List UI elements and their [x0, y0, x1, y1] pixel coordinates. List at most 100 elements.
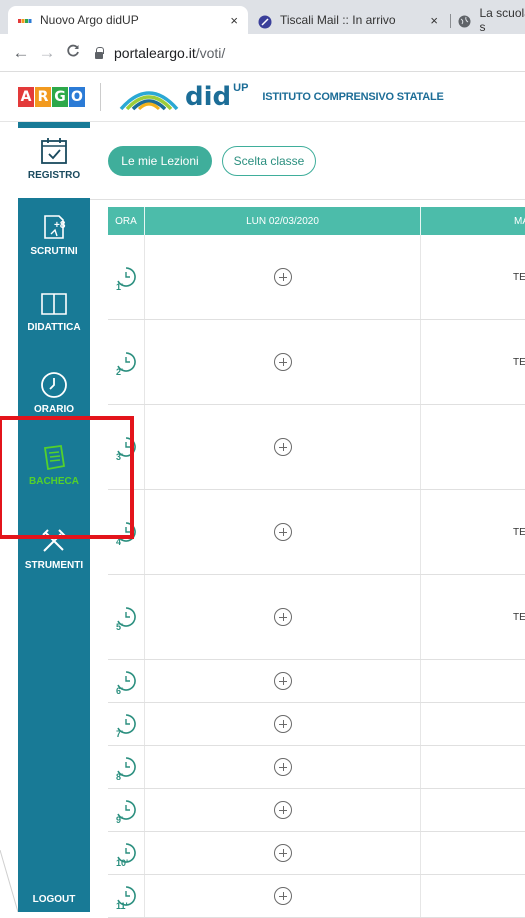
add-lesson-icon[interactable]: [274, 715, 292, 733]
didup-superscript: UP: [233, 82, 248, 94]
add-lesson-icon[interactable]: [274, 844, 292, 862]
hour-clock-icon: 3': [115, 436, 137, 458]
hour-clock-icon: 2': [115, 351, 137, 373]
schedule-row: 4' TEC: [108, 490, 525, 575]
argo-letter: R: [35, 87, 51, 107]
back-arrow-icon[interactable]: ←: [8, 43, 34, 63]
monday-cell: [145, 875, 421, 917]
book-icon: [39, 290, 69, 318]
browser-tab-scuola[interactable]: La scuola s: [448, 6, 525, 34]
browser-tab-argo[interactable]: Nuovo Argo didUP ×: [8, 6, 248, 34]
sidebar-item-bacheca[interactable]: BACHECA: [18, 442, 90, 512]
tuesday-cell: TEC: [421, 575, 525, 659]
header-divider: [100, 83, 101, 111]
forward-arrow-icon[interactable]: →: [34, 43, 60, 63]
sidebar-item-label: BACHECA: [29, 476, 79, 487]
monday-cell: [145, 703, 421, 745]
monday-cell: [145, 405, 421, 489]
schedule-row: 2' TEC: [108, 320, 525, 405]
didup-wordmark: did: [185, 82, 231, 112]
hour-number: 6': [116, 686, 123, 696]
add-lesson-icon[interactable]: [274, 672, 292, 690]
add-lesson-icon[interactable]: [274, 608, 292, 626]
logout-button[interactable]: LOGOUT: [18, 894, 90, 912]
monday-cell: [145, 832, 421, 874]
hour-number: 4': [116, 537, 123, 547]
argo-letter: A: [18, 87, 34, 107]
url-path: /voti/: [196, 45, 226, 61]
globe-icon: [458, 15, 472, 25]
add-lesson-icon[interactable]: [274, 353, 292, 371]
hour-number: 3': [116, 452, 123, 462]
browser-tab-tiscali[interactable]: Tiscali Mail :: In arrivo ×: [248, 6, 448, 34]
sidebar-item-orario[interactable]: ORARIO: [18, 370, 90, 430]
argo-letter: G: [52, 87, 68, 107]
didup-logo[interactable]: did UP: [119, 82, 248, 112]
schedule-row: 6': [108, 660, 525, 703]
add-lesson-icon[interactable]: [274, 523, 292, 541]
hour-number: 2': [116, 367, 123, 377]
monday-cell: [145, 746, 421, 788]
hour-cell: 5': [108, 575, 145, 659]
reload-icon[interactable]: [60, 43, 86, 63]
action-bar: Le mie Lezioni Scelta classe: [90, 122, 525, 200]
schedule-row: 1'TEC: [108, 235, 525, 320]
schedule-row: 8': [108, 746, 525, 789]
hour-cell: 8': [108, 746, 145, 788]
sidebar-item-strumenti[interactable]: STRUMENTI: [18, 526, 90, 596]
school-name: ISTITUTO COMPRENSIVO STATALE: [262, 91, 443, 103]
sidebar-item-didattica[interactable]: DIDATTICA: [18, 290, 90, 360]
hour-clock-icon: 6': [115, 670, 137, 692]
choose-class-button[interactable]: Scelta classe: [222, 146, 316, 176]
schedule-row: 5' TEC: [108, 575, 525, 660]
browser-tab-bar: Nuovo Argo didUP × Tiscali Mail :: In ar…: [0, 0, 525, 34]
tuesday-cell: [421, 789, 525, 831]
tiscali-favicon-icon: [258, 15, 272, 25]
main-content: Le mie Lezioni Scelta classe ORA LUN 02/…: [90, 122, 525, 912]
sidebar-item-registro[interactable]: REGISTRO: [18, 128, 90, 198]
sidebar-item-scrutini[interactable]: +8 SCRUTINI: [18, 212, 90, 282]
logout-label: LOGOUT: [33, 894, 76, 905]
schedule-table: ORA LUN 02/03/2020 MAR 1'TEC2'TEC3'4'TEC…: [108, 207, 525, 918]
hour-cell: 4': [108, 490, 145, 574]
schedule-row: 7': [108, 703, 525, 746]
tools-icon: [39, 526, 69, 556]
add-lesson-icon[interactable]: [274, 758, 292, 776]
tuesday-cell: [421, 832, 525, 874]
monday-cell: [145, 789, 421, 831]
hour-cell: 6': [108, 660, 145, 702]
hour-clock-icon: 4': [115, 521, 137, 543]
hour-clock-icon: 8': [115, 756, 137, 778]
tab-title: Tiscali Mail :: In arrivo: [280, 13, 396, 27]
schedule-row: 9': [108, 789, 525, 832]
tuesday-cell: TEC: [421, 490, 525, 574]
tab-close-icon[interactable]: ×: [430, 13, 438, 28]
monday-cell: [145, 660, 421, 702]
add-lesson-icon[interactable]: [274, 438, 292, 456]
argo-logo[interactable]: A R G O: [18, 87, 86, 107]
tuesday-cell: [421, 746, 525, 788]
tab-close-icon[interactable]: ×: [230, 13, 238, 28]
url-field[interactable]: portaleargo.it/voti/: [94, 45, 225, 61]
add-lesson-icon[interactable]: [274, 268, 292, 286]
calendar-check-icon: [39, 136, 69, 166]
scrutini-icon: +8: [39, 212, 69, 242]
hour-number: 9': [116, 815, 123, 825]
notepad-icon: [39, 442, 69, 472]
argo-favicon-icon: [18, 15, 32, 25]
tab-title: La scuola s: [480, 6, 525, 34]
hour-cell: 2': [108, 320, 145, 404]
monday-cell: [145, 575, 421, 659]
hour-cell: 1': [108, 235, 145, 319]
hour-number: 11': [116, 901, 128, 911]
hour-cell: 7': [108, 703, 145, 745]
lock-icon: [94, 47, 104, 59]
hour-clock-icon: 7': [115, 713, 137, 735]
hour-cell: 10': [108, 832, 145, 874]
tab-title: Nuovo Argo didUP: [40, 13, 139, 27]
hour-clock-icon: 1': [115, 266, 137, 288]
add-lesson-icon[interactable]: [274, 887, 292, 905]
tuesday-cell: TEC: [421, 320, 525, 404]
add-lesson-icon[interactable]: [274, 801, 292, 819]
my-lessons-button[interactable]: Le mie Lezioni: [108, 146, 212, 176]
